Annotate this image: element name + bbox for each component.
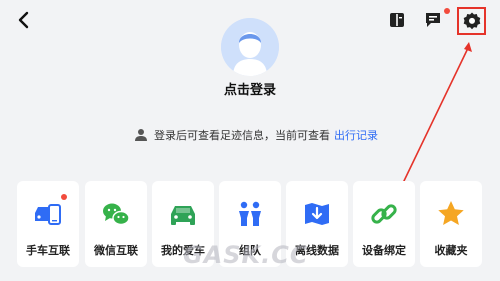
- car-icon: [171, 206, 195, 225]
- tile-favorites[interactable]: 收藏夹: [420, 181, 482, 267]
- tile-phone-car[interactable]: 手车互联: [17, 181, 79, 267]
- offline-map-icon: [305, 203, 329, 225]
- watermark: GASK.CC: [183, 241, 309, 269]
- login-button[interactable]: 点击登录: [0, 79, 500, 98]
- tile-wechat[interactable]: 微信互联: [85, 181, 147, 267]
- new-badge: [61, 194, 67, 200]
- default-avatar-icon: [221, 18, 279, 76]
- book-icon[interactable]: [387, 10, 407, 30]
- wechat-icon: [103, 203, 130, 226]
- message-badge: [444, 8, 450, 14]
- tile-label: 手车互联: [26, 244, 70, 257]
- avatar[interactable]: [221, 18, 279, 76]
- back-icon[interactable]: [14, 10, 34, 30]
- user-icon: [135, 129, 147, 141]
- tile-label: 收藏夹: [434, 244, 468, 257]
- footprint-notice: 登录后可查看足迹信息，当前可查看 出行记录: [134, 127, 378, 143]
- star-icon: [438, 201, 464, 225]
- trip-records-link[interactable]: 出行记录: [334, 129, 378, 142]
- team-icon: [239, 201, 261, 226]
- tile-device-binding[interactable]: 设备绑定: [353, 181, 415, 267]
- message-icon[interactable]: [423, 10, 443, 30]
- link-icon: [371, 204, 397, 224]
- tile-label: 微信互联: [94, 244, 138, 257]
- notice-text: 登录后可查看足迹信息，当前可查看: [154, 129, 330, 142]
- tile-label: 设备绑定: [362, 244, 406, 257]
- phone-car-icon: [35, 204, 61, 225]
- settings-highlight-box: [457, 7, 486, 35]
